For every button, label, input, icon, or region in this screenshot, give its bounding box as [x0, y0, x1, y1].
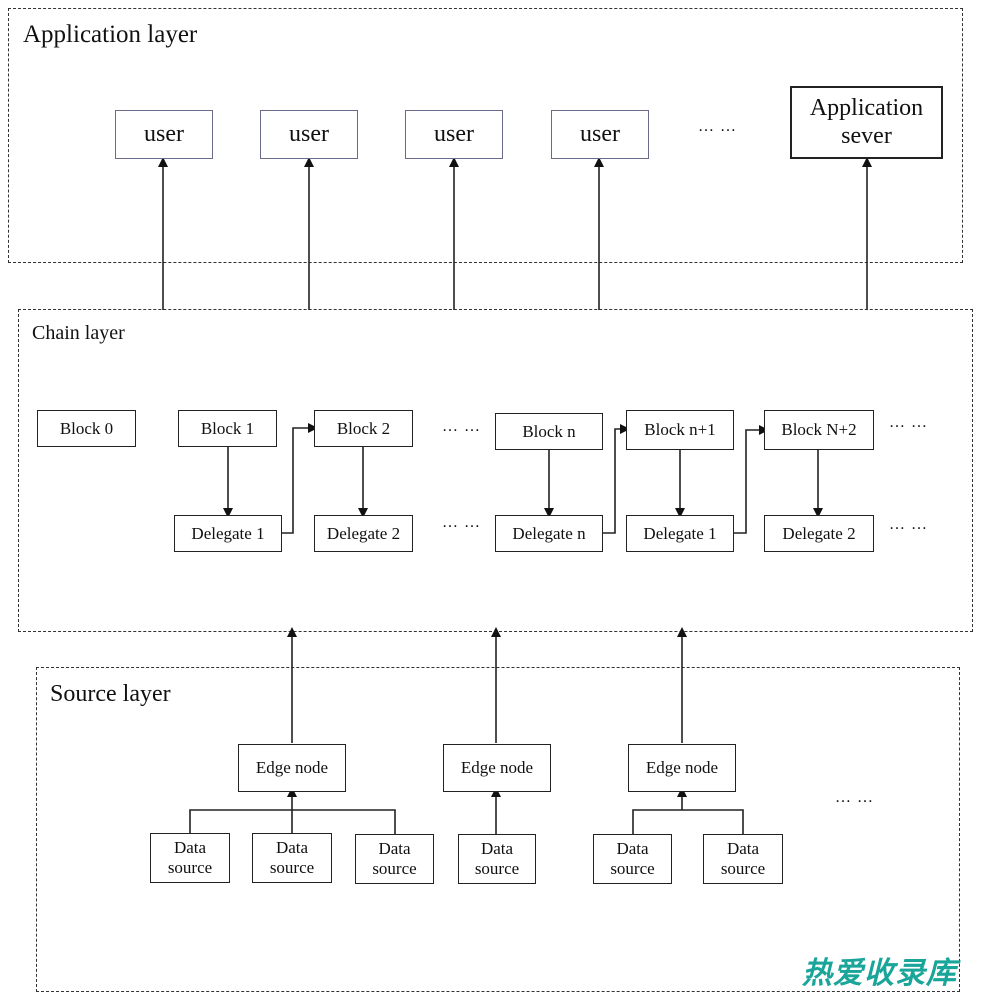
data-source-5: Data source	[593, 834, 672, 884]
data-source-6-line1: Data	[726, 839, 760, 859]
arrow-delegaten-blockn1	[602, 424, 630, 534]
user-node-4: user	[551, 110, 649, 159]
data-source-3-line1: Data	[378, 839, 411, 859]
block-n: Block n	[495, 413, 603, 450]
data-source-4: Data source	[458, 834, 536, 884]
data-source-2: Data source	[252, 833, 332, 883]
blocks-ellipsis-2: … …	[889, 414, 928, 431]
data-source-3-line2: source	[372, 859, 417, 878]
user-node-3: user	[405, 110, 503, 159]
data-source-6-line2: source	[720, 859, 766, 878]
blocks-ellipsis-1: … …	[442, 418, 481, 435]
watermark: 热爱收录库	[802, 956, 957, 991]
delegate-1: Delegate 1	[174, 515, 282, 552]
application-server-line1: Application	[809, 94, 924, 121]
user-node-2: user	[260, 110, 358, 159]
data-source-5-line2: source	[610, 859, 655, 878]
data-source-2-line2: source	[269, 858, 315, 877]
data-source-4-line2: source	[474, 859, 520, 878]
bus-edge3	[632, 809, 744, 834]
block-2: Block 2	[314, 410, 413, 447]
data-source-5-line1: Data	[616, 839, 649, 859]
application-server-node: Application sever	[790, 86, 943, 159]
data-source-1: Data source	[150, 833, 230, 883]
application-server-line2: sever	[841, 122, 892, 149]
edge-node-3: Edge node	[628, 744, 736, 792]
edge-nodes-ellipsis: … …	[835, 789, 874, 806]
data-source-6: Data source	[703, 834, 783, 884]
data-source-3: Data source	[355, 834, 434, 884]
delegates-ellipsis-1: … …	[442, 514, 481, 531]
edge-node-2: Edge node	[443, 744, 551, 792]
delegates-ellipsis-2: … …	[889, 516, 928, 533]
block-n-plus-1: Block n+1	[626, 410, 734, 450]
data-source-1-line1: Data	[173, 838, 207, 858]
arrow-delegate1-blockn2	[733, 425, 769, 534]
data-source-4-line1: Data	[480, 839, 514, 859]
edge-node-1: Edge node	[238, 744, 346, 792]
delegate-2-b: Delegate 2	[764, 515, 874, 552]
users-ellipsis: … …	[698, 118, 737, 135]
delegate-1-b: Delegate 1	[626, 515, 734, 552]
data-source-1-line2: source	[167, 858, 213, 877]
user-node-1: user	[115, 110, 213, 159]
delegate-n: Delegate n	[495, 515, 603, 552]
block-1: Block 1	[178, 410, 277, 447]
block-N-plus-2: Block N+2	[764, 410, 874, 450]
arrow-delegate1-block2	[282, 423, 318, 534]
delegate-2: Delegate 2	[314, 515, 413, 552]
data-source-2-line1: Data	[275, 838, 309, 858]
block-0: Block 0	[37, 410, 136, 447]
